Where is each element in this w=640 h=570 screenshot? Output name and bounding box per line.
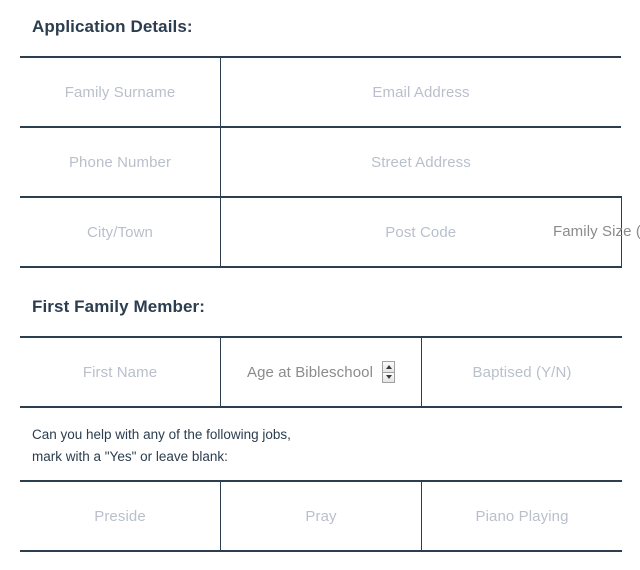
placeholder-pray: Pray — [305, 507, 337, 525]
jobs-helper-note-line-2: mark with a "Yes" or leave blank: — [32, 449, 228, 464]
stepper-increment-button[interactable] — [383, 362, 395, 373]
table-row: Phone Number Street Address — [20, 127, 621, 198]
field-cell-baptised[interactable]: Baptised (Y/N) — [421, 336, 622, 408]
jobs-table: Preside Pray Piano Playing — [20, 480, 622, 552]
table-row: Preside Pray Piano Playing — [20, 480, 622, 552]
cell-inner: First Name — [20, 338, 220, 406]
cell-inner: Street Address — [221, 128, 621, 196]
cell-inner: City/Town — [20, 198, 220, 266]
field-cell-age-at-bibleschool[interactable]: Age at Bibleschool — [220, 336, 422, 408]
placeholder-street-address: Street Address — [371, 153, 471, 171]
page-title-first-family-member: First Family Member: — [32, 297, 205, 316]
stepper-decrement-button[interactable] — [383, 372, 395, 382]
placeholder-family-size: Family Size (1-8) — [552, 223, 640, 240]
table-row: Family Surname Email Address — [20, 56, 621, 128]
jobs-helper-note-line-1: Can you help with any of the following j… — [32, 427, 291, 442]
placeholder-phone-number: Phone Number — [68, 153, 172, 171]
cell-inner: Preside — [20, 482, 220, 550]
cell-inner: Baptised (Y/N) — [422, 338, 622, 406]
table-row: First Name Age at Bibleschool Baptised (… — [20, 336, 622, 408]
application-form-page: Application Details: Family Surname Emai… — [0, 0, 640, 570]
placeholder-piano-playing: Piano Playing — [475, 507, 569, 525]
placeholder-email-address: Email Address — [372, 83, 470, 101]
age-stepper[interactable] — [382, 361, 396, 383]
field-cell-preside[interactable]: Preside — [20, 480, 221, 552]
field-cell-city-town[interactable]: City/Town — [20, 197, 221, 268]
cell-inner: Phone Number — [20, 128, 220, 196]
field-cell-family-surname[interactable]: Family Surname — [20, 56, 221, 128]
placeholder-baptised: Baptised (Y/N) — [472, 363, 572, 381]
table-row: City/Town Post Code Family Size (1-8) — [20, 197, 640, 268]
cell-inner: Family Surname — [20, 58, 220, 126]
cell-inner: Age at Bibleschool — [221, 338, 421, 406]
jobs-helper-note: Can you help with any of the following j… — [32, 424, 291, 468]
placeholder-city-town: City/Town — [87, 223, 153, 241]
application-details-table: Family Surname Email Address Phone Numbe… — [20, 56, 640, 268]
cell-inner: Piano Playing — [422, 482, 622, 550]
field-cell-pray[interactable]: Pray — [220, 480, 422, 552]
arrow-up-icon — [385, 364, 392, 369]
placeholder-first-name: First Name — [82, 363, 158, 381]
placeholder-age-at-bibleschool: Age at Bibleschool — [246, 363, 374, 381]
cell-inner: Email Address — [221, 58, 621, 126]
field-cell-street-address[interactable]: Street Address — [220, 127, 621, 198]
placeholder-preside: Preside — [94, 507, 146, 525]
field-cell-email-address[interactable]: Email Address — [220, 56, 621, 128]
page-title-application-details: Application Details: — [32, 17, 193, 36]
first-family-member-table: First Name Age at Bibleschool Baptised (… — [20, 336, 622, 408]
field-cell-first-name[interactable]: First Name — [20, 336, 221, 408]
field-cell-phone-number[interactable]: Phone Number — [20, 127, 221, 198]
placeholder-post-code: Post Code — [385, 223, 457, 241]
field-cell-piano-playing[interactable]: Piano Playing — [421, 480, 622, 552]
placeholder-family-surname: Family Surname — [64, 83, 176, 101]
cell-inner: Pray — [221, 482, 421, 550]
arrow-down-icon — [385, 375, 392, 380]
